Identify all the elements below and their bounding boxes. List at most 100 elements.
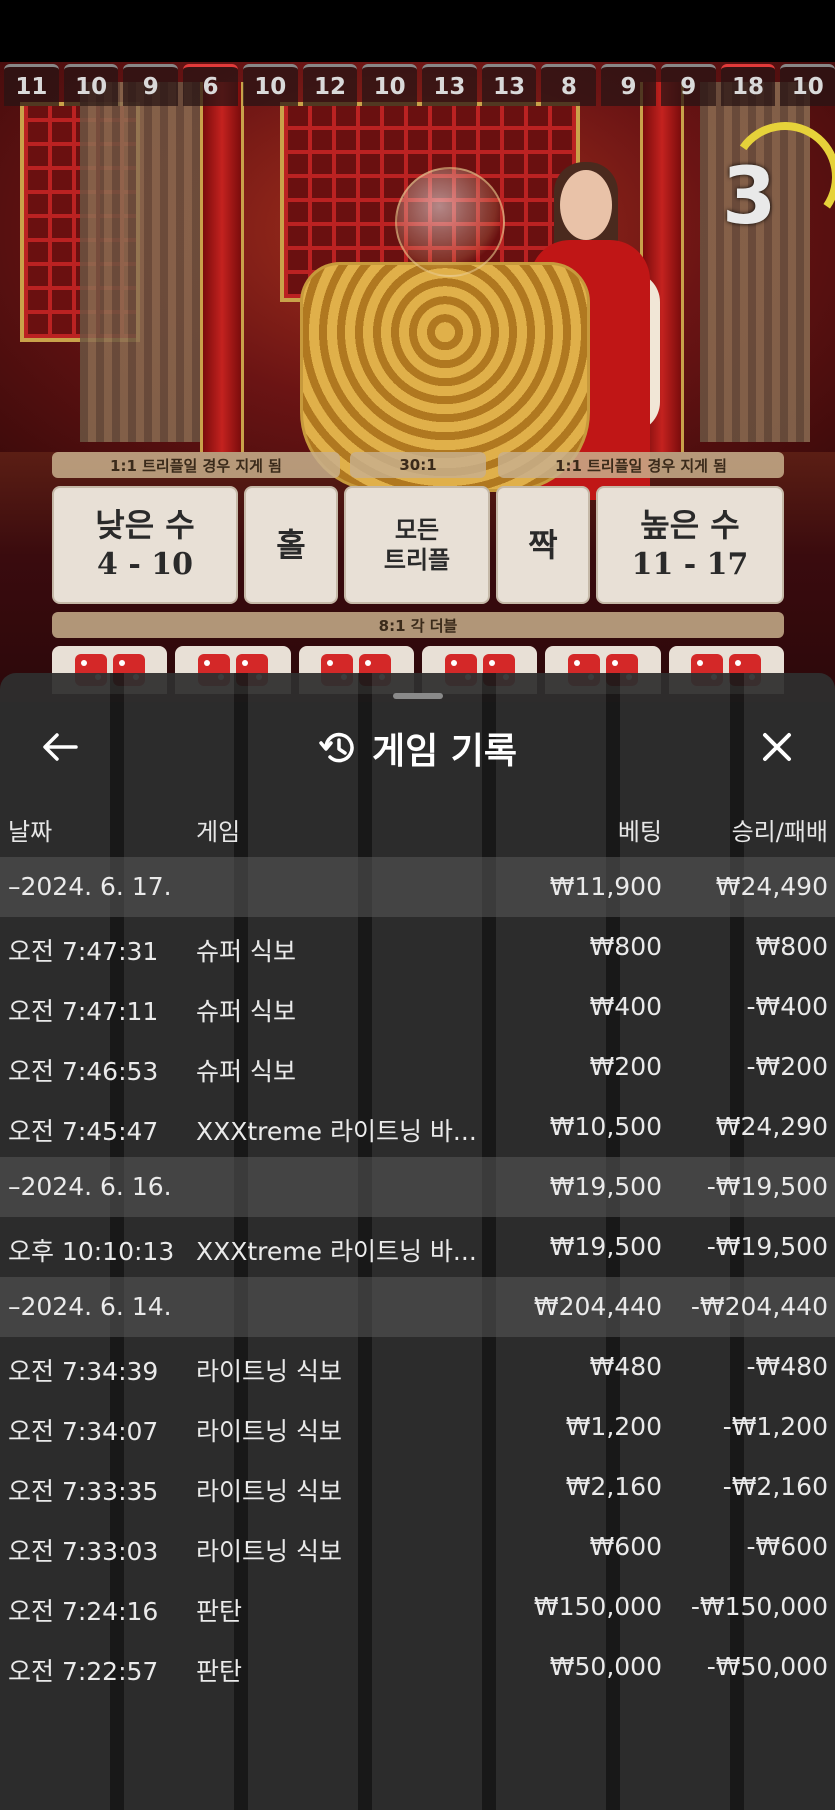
row-win-loss: -₩480 (746, 1352, 828, 1381)
history-clock-icon (319, 732, 354, 763)
row-win-loss: -₩50,000 (706, 1652, 828, 1681)
column-date: 날짜 (8, 818, 53, 846)
recent-total: 11 (4, 64, 59, 106)
row-time: 오전 7:46:53 (8, 1057, 159, 1086)
row-time: 오전 7:24:16 (8, 1597, 159, 1626)
row-game: 라이트닝 식보 (196, 1417, 342, 1446)
status-bar (0, 0, 835, 62)
table-row[interactable]: 오후 10:10:13 XXXtreme 라이트닝 바... ₩19,500 -₩19… (0, 1217, 835, 1277)
row-bet: ₩150,000 (533, 1592, 662, 1621)
row-win-loss: -₩150,000 (690, 1592, 828, 1621)
row-game: 슈퍼 식보 (196, 997, 296, 1026)
bet-low[interactable]: 낮은 수 4 - 10 (52, 486, 238, 604)
bet-triple-label-2: 트리플 (383, 546, 451, 574)
recent-total: 13 (422, 64, 477, 106)
row-win-loss: -₩600 (746, 1532, 828, 1561)
row-win-loss: -₩19,500 (706, 1232, 828, 1261)
column-win-loss: 승리/패배 (731, 818, 828, 846)
game-history-sheet: 게임 기록 날짜 게임 베팅 승리/패배 –2024. 6. 17. ₩11,90… (0, 673, 835, 1810)
bet-odd-label: 홀 (276, 526, 306, 564)
bet-any-triple[interactable]: 모든 트리플 (344, 486, 490, 604)
table-row[interactable]: 오전 7:33:35 라이트닝 식보 ₩2,160 -₩2,160 (0, 1457, 835, 1517)
sheet-drag-handle[interactable] (393, 693, 443, 699)
recent-total: 18 (720, 64, 776, 106)
row-win-loss: -₩2,160 (722, 1472, 828, 1501)
bet-even[interactable]: 짝 (496, 486, 590, 604)
recent-total: 9 (601, 64, 656, 106)
row-time: –2024. 6. 16. (8, 1172, 172, 1201)
payline-low-high: 1:1 트리플일 경우 지게 됨 (52, 452, 340, 478)
row-bet: ₩480 (589, 1352, 662, 1381)
row-game: 슈퍼 식보 (196, 1057, 296, 1086)
row-win-loss: -₩200 (746, 1052, 828, 1081)
bet-odd[interactable]: 홀 (244, 486, 338, 604)
bet-high-range: 11 - 17 (631, 547, 749, 582)
row-game: 라이트닝 식보 (196, 1357, 342, 1386)
close-icon (763, 733, 791, 761)
row-win-loss: -₩400 (746, 992, 828, 1021)
table-header: 날짜 게임 베팅 승리/패배 (0, 806, 835, 846)
recent-total: 6 (183, 64, 238, 106)
recent-total: 9 (660, 64, 716, 106)
bet-high-label: 높은 수 (640, 506, 740, 544)
row-game: 라이트닝 식보 (196, 1537, 342, 1566)
bet-triple-label-1: 모든 (394, 516, 440, 544)
row-time: 오전 7:33:35 (8, 1477, 159, 1506)
row-time: 오전 7:47:31 (8, 937, 159, 966)
game-video-scene (0, 62, 835, 702)
row-bet: ₩19,500 (549, 1172, 662, 1201)
row-time: 오전 7:34:07 (8, 1417, 159, 1446)
table-row[interactable]: 오전 7:46:53 슈퍼 식보 ₩200 -₩200 (0, 1037, 835, 1097)
row-game: 판탄 (196, 1597, 243, 1626)
row-bet: ₩11,900 (549, 872, 662, 901)
row-win-loss: ₩24,490 (715, 872, 828, 901)
close-button[interactable] (755, 725, 799, 769)
recent-results-strip: 11 10 9 6 10 12 10 13 13 8 9 9 18 10 (4, 64, 835, 106)
row-win-loss: ₩800 (755, 932, 828, 961)
row-bet: ₩1,200 (565, 1412, 662, 1441)
table-row[interactable]: 오전 7:45:47 XXXtreme 라이트닝 바... ₩10,500 ₩24,2… (0, 1097, 835, 1157)
row-time: –2024. 6. 14. (8, 1292, 172, 1321)
sheet-header: 게임 기록 (0, 723, 835, 773)
page-title: 게임 기록 (371, 731, 517, 772)
table-row[interactable]: 오전 7:34:39 라이트닝 식보 ₩480 -₩480 (0, 1337, 835, 1397)
bet-low-range: 4 - 10 (97, 547, 193, 582)
betting-countdown: 3 (712, 113, 835, 262)
row-bet: ₩50,000 (549, 1652, 662, 1681)
payline-any-triple: 30:1 (350, 452, 486, 478)
table-row[interactable]: 오전 7:33:03 라이트닝 식보 ₩600 -₩600 (0, 1517, 835, 1577)
date-group-row[interactable]: –2024. 6. 16. ₩19,500 -₩19,500 (0, 1157, 835, 1217)
row-game: XXXtreme 라이트닝 바... (196, 1117, 477, 1146)
table-row[interactable]: 오전 7:34:07 라이트닝 식보 ₩1,200 -₩1,200 (0, 1397, 835, 1457)
row-time: 오전 7:34:39 (8, 1357, 159, 1386)
row-time: 오전 7:33:03 (8, 1537, 159, 1566)
row-game: 라이트닝 식보 (196, 1477, 342, 1506)
recent-total: 8 (541, 64, 597, 106)
row-time: 오전 7:45:47 (8, 1117, 159, 1146)
recent-total: 10 (63, 64, 119, 106)
table-row[interactable]: 오전 7:24:16 판탄 ₩150,000 -₩150,000 (0, 1577, 835, 1637)
row-bet: ₩2,160 (565, 1472, 662, 1501)
payline-double: 8:1 각 더블 (52, 612, 784, 638)
row-game: 슈퍼 식보 (196, 937, 296, 966)
payline-odd-even: 1:1 트리플일 경우 지게 됨 (498, 452, 784, 478)
row-time: 오전 7:22:57 (8, 1657, 159, 1686)
row-bet: ₩200 (589, 1052, 662, 1081)
bet-high[interactable]: 높은 수 11 - 17 (596, 486, 784, 604)
table-row[interactable]: 오전 7:22:57 판탄 ₩50,000 -₩50,000 (0, 1637, 835, 1697)
recent-total: 10 (362, 64, 418, 106)
row-bet: ₩600 (589, 1532, 662, 1561)
date-group-row[interactable]: –2024. 6. 14. ₩204,440 -₩204,440 (0, 1277, 835, 1337)
bet-low-label: 낮은 수 (95, 506, 195, 544)
row-time: 오전 7:47:11 (8, 997, 159, 1026)
recent-total: 12 (302, 64, 358, 106)
recent-total: 9 (123, 64, 179, 106)
history-table: –2024. 6. 17. ₩11,900 ₩24,490 오전 7:47:31 슈퍼 … (0, 857, 835, 1697)
row-time: –2024. 6. 17. (8, 872, 172, 901)
row-win-loss: ₩24,290 (715, 1112, 828, 1141)
row-bet: ₩204,440 (533, 1292, 662, 1321)
table-row[interactable]: 오전 7:47:11 슈퍼 식보 ₩400 -₩400 (0, 977, 835, 1037)
date-group-row[interactable]: –2024. 6. 17. ₩11,900 ₩24,490 (0, 857, 835, 917)
table-row[interactable]: 오전 7:47:31 슈퍼 식보 ₩800 ₩800 (0, 917, 835, 977)
dice-shaker-dome (395, 167, 505, 277)
